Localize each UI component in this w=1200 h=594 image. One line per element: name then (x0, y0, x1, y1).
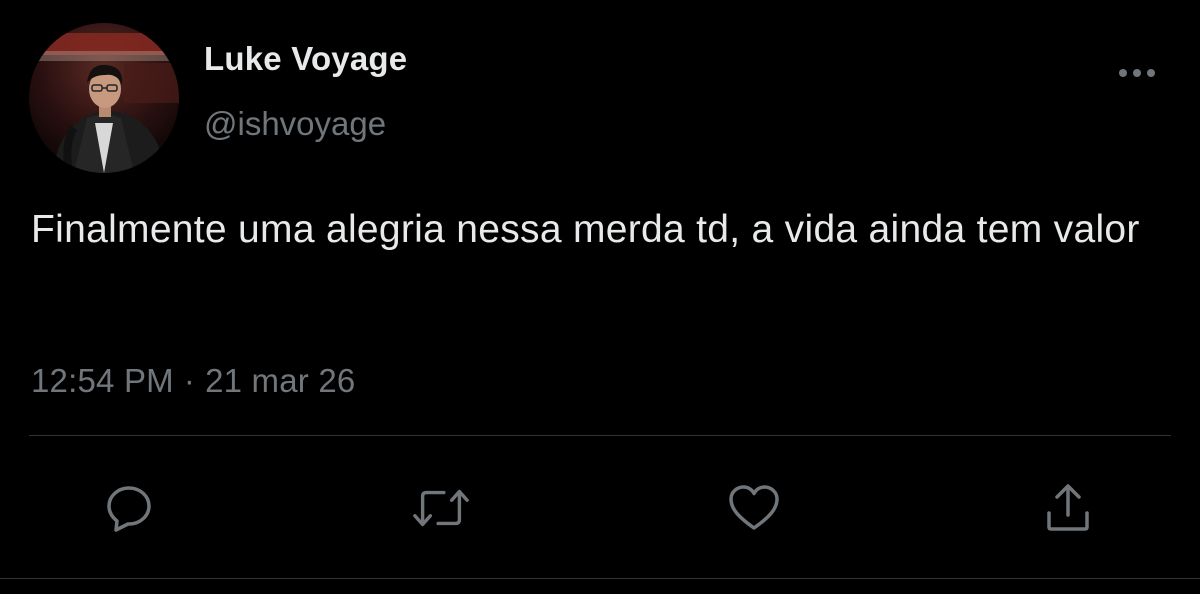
display-name[interactable]: Luke Voyage (204, 40, 407, 78)
tweet-date: 21 mar 26 (205, 362, 356, 399)
share-icon (1047, 484, 1089, 531)
like-button[interactable] (724, 480, 784, 536)
reply-button[interactable] (99, 480, 159, 536)
timestamp[interactable]: 12:54 PM · 21 mar 26 (31, 362, 355, 400)
bottom-divider (0, 578, 1200, 579)
tweet-text: Finalmente uma alegria nessa merda td, a… (31, 208, 1140, 251)
tweet-card: Luke Voyage @ishvoyage Finalmente uma al… (0, 0, 1200, 594)
divider (29, 435, 1171, 436)
user-handle[interactable]: @ishvoyage (204, 105, 386, 143)
more-icon (1119, 69, 1155, 77)
avatar[interactable] (29, 23, 179, 173)
retweet-icon (413, 489, 469, 527)
share-button[interactable] (1038, 480, 1098, 536)
heart-icon (729, 485, 779, 530)
retweet-button[interactable] (411, 480, 471, 536)
profile-photo-icon (29, 23, 179, 173)
timestamp-separator: · (183, 362, 196, 399)
more-options-button[interactable] (1112, 56, 1162, 90)
reply-icon (107, 486, 151, 532)
tweet-time: 12:54 PM (31, 362, 174, 399)
